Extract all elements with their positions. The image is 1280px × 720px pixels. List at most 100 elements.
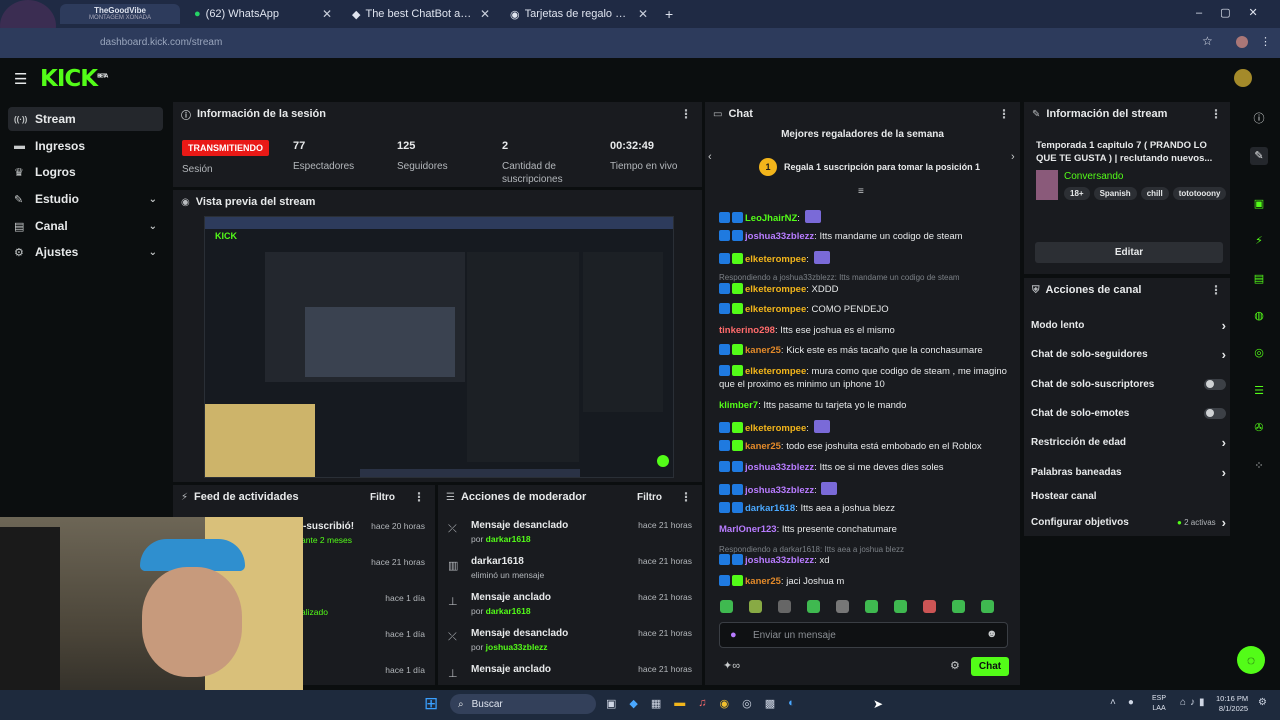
emote-icon[interactable] xyxy=(836,600,849,613)
clock[interactable]: 10:16 PM 8/1/2025 xyxy=(1216,694,1248,714)
windows-start-icon[interactable]: ⊞ xyxy=(424,694,438,714)
channel-action-7[interactable]: Configurar objetivos ● 2 activas › xyxy=(1031,512,1226,532)
notification-icon[interactable]: ⚙ xyxy=(1258,697,1267,708)
hamburger-menu-icon[interactable]: ☰ xyxy=(14,70,27,88)
chat-username[interactable]: joshua33zblezz xyxy=(745,485,814,496)
wrench-icon[interactable]: ✇ xyxy=(1250,419,1268,437)
sidebar-item-stream[interactable]: ((·)) Stream xyxy=(8,107,163,131)
network-volume-icons[interactable]: ⌂♪▮ xyxy=(1180,697,1209,708)
store-icon[interactable]: ▦ xyxy=(651,697,661,710)
new-tab-icon[interactable]: + xyxy=(665,6,673,22)
chat-username[interactable]: elketerompee xyxy=(745,254,806,265)
toggle-switch[interactable] xyxy=(1204,378,1226,390)
emote-icon[interactable] xyxy=(894,600,907,613)
window-controls[interactable]: –▢✕ xyxy=(1196,6,1276,19)
steam-icon[interactable]: ◐ xyxy=(788,697,795,710)
emote-icon[interactable] xyxy=(865,600,878,613)
kick-coin-icon[interactable]: ✦∞ xyxy=(723,659,740,672)
app-icon[interactable]: ▩ xyxy=(765,697,775,710)
tag-chip[interactable]: chill xyxy=(1140,187,1169,200)
mic-tray-icon[interactable]: ● xyxy=(1128,697,1134,708)
chevron-right-icon[interactable]: › xyxy=(1222,435,1226,450)
chat-username[interactable]: elketerompee xyxy=(745,304,806,315)
info-icon[interactable]: ⓘ xyxy=(1250,110,1268,128)
emote-icon[interactable] xyxy=(720,600,733,613)
sidebar-item-ingresos[interactable]: ▬ Ingresos xyxy=(8,134,163,158)
close-icon[interactable]: ✕ xyxy=(314,7,332,21)
chevron-right-icon[interactable]: › xyxy=(1222,347,1226,362)
clip-icon[interactable]: ▣ xyxy=(1250,195,1268,213)
chat-bubble-icon[interactable]: ◍ xyxy=(1250,307,1268,325)
chat-username[interactable]: LeoJhairNZ xyxy=(745,213,797,224)
tab-chatbot[interactable]: ◆ The best ChatBot and Widgets✕ xyxy=(344,4,498,24)
url-text[interactable]: dashboard.kick.com/stream xyxy=(100,37,222,48)
browser-menu-icon[interactable]: ⋮ xyxy=(1260,35,1271,48)
emote-icon[interactable] xyxy=(807,600,820,613)
edit-stream-button[interactable]: Editar xyxy=(1035,242,1223,263)
more-icon[interactable]: ⋮ xyxy=(998,107,1010,121)
chat-username[interactable]: darkar1618 xyxy=(745,503,795,514)
chat-username[interactable]: kaner25 xyxy=(745,345,781,356)
chat-username[interactable]: elketerompee xyxy=(745,423,806,434)
more-icon[interactable]: ⋮ xyxy=(413,490,425,504)
taskbar-search[interactable]: ⌕ Buscar xyxy=(450,694,596,714)
edit-icon[interactable]: ✎ xyxy=(1250,147,1268,165)
chat-settings-icon[interactable]: ⚙ xyxy=(950,659,960,672)
chevron-right-icon[interactable]: › xyxy=(1222,465,1226,480)
chat-username[interactable]: elketerompee xyxy=(745,366,806,377)
tab-whatsapp[interactable]: ● (62) WhatsApp ✕ xyxy=(186,4,340,24)
tab-thegoodvibe[interactable]: TheGoodVibe MONTAGEM XONADA xyxy=(60,4,180,24)
gift-prompt[interactable]: Regala 1 suscripción para tomar la posic… xyxy=(784,162,980,172)
taskview-icon[interactable]: ▣ xyxy=(606,697,616,710)
channel-action-1[interactable]: Chat de solo-seguidores › xyxy=(1031,344,1226,364)
close-icon[interactable]: ✕ xyxy=(472,7,490,21)
close-icon[interactable]: ✕ xyxy=(630,7,648,21)
sidebar-item-ajustes[interactable]: ⚙ Ajustes ⌄ xyxy=(8,240,163,264)
emote-icon[interactable] xyxy=(778,600,791,613)
server-icon[interactable]: ☰ xyxy=(1250,382,1268,400)
copilot-icon[interactable]: ◆ xyxy=(629,697,637,710)
channel-action-6[interactable]: Hostear canal xyxy=(1031,486,1226,506)
music-icon[interactable]: ♫ xyxy=(698,697,706,710)
tag-chip[interactable]: 18+ xyxy=(1064,187,1090,200)
channel-action-3[interactable]: Chat de solo-emotes xyxy=(1031,403,1226,423)
chat-input[interactable]: ● Enviar un mensaje ☻ xyxy=(719,622,1008,648)
chat-username[interactable]: joshua33zblezz xyxy=(745,462,814,473)
document-icon[interactable]: ▤ xyxy=(1250,270,1268,288)
more-icon[interactable]: ⋮ xyxy=(1210,107,1222,121)
chevron-down-icon[interactable]: ⌄ xyxy=(149,221,157,232)
user-avatar[interactable] xyxy=(1234,69,1252,87)
category-name[interactable]: Conversando xyxy=(1064,171,1123,182)
bolt-icon[interactable]: ⚡ xyxy=(1250,232,1268,250)
collapse-icon[interactable]: ≡ xyxy=(858,186,864,197)
chevron-left-icon[interactable]: ‹ xyxy=(708,151,712,163)
language-indicator[interactable]: ESP LAA xyxy=(1152,694,1166,714)
tag-chip[interactable]: Spanish xyxy=(1093,187,1137,200)
sidebar-item-logros[interactable]: ♛ Logros xyxy=(8,160,163,184)
chrome-icon[interactable]: ◉ xyxy=(720,697,730,710)
feed-filter-button[interactable]: Filtro xyxy=(370,492,395,503)
chevron-right-icon[interactable]: › xyxy=(1011,151,1015,163)
channel-action-4[interactable]: Restricción de edad › xyxy=(1031,432,1226,452)
folder-icon[interactable]: ▬ xyxy=(674,697,685,710)
channel-action-5[interactable]: Palabras baneadas › xyxy=(1031,462,1226,482)
mic-icon[interactable]: ● xyxy=(730,629,737,641)
channel-action-2[interactable]: Chat de solo-suscriptores xyxy=(1031,374,1226,394)
chevron-down-icon[interactable]: ⌄ xyxy=(149,247,157,258)
tab-steam[interactable]: ◉ Tarjetas de regalo de Steam✕ xyxy=(502,4,656,24)
more-icon[interactable]: ⋮ xyxy=(680,490,692,504)
chat-username[interactable]: klimber7 xyxy=(719,400,758,411)
tag-chip[interactable]: tototooony xyxy=(1172,187,1227,200)
chat-username[interactable]: tinkerino298 xyxy=(719,325,775,336)
support-chat-button[interactable]: ◌ xyxy=(1237,646,1265,674)
chat-username[interactable]: MarlOner123 xyxy=(719,524,777,535)
chat-username[interactable]: joshua33zblezz xyxy=(745,231,814,242)
more-icon[interactable]: ⋮ xyxy=(680,107,692,121)
bookmark-star-icon[interactable]: ☆ xyxy=(1202,34,1213,48)
emoji-icon[interactable]: ☻ xyxy=(986,628,998,640)
stream-preview-video[interactable]: KICK xyxy=(204,216,674,478)
chat-username[interactable]: kaner25 xyxy=(745,441,781,452)
chat-username[interactable]: joshua33zblezz xyxy=(745,555,814,566)
chat-username[interactable]: elketerompee xyxy=(745,284,806,295)
chevron-right-icon[interactable]: › xyxy=(1222,515,1226,530)
